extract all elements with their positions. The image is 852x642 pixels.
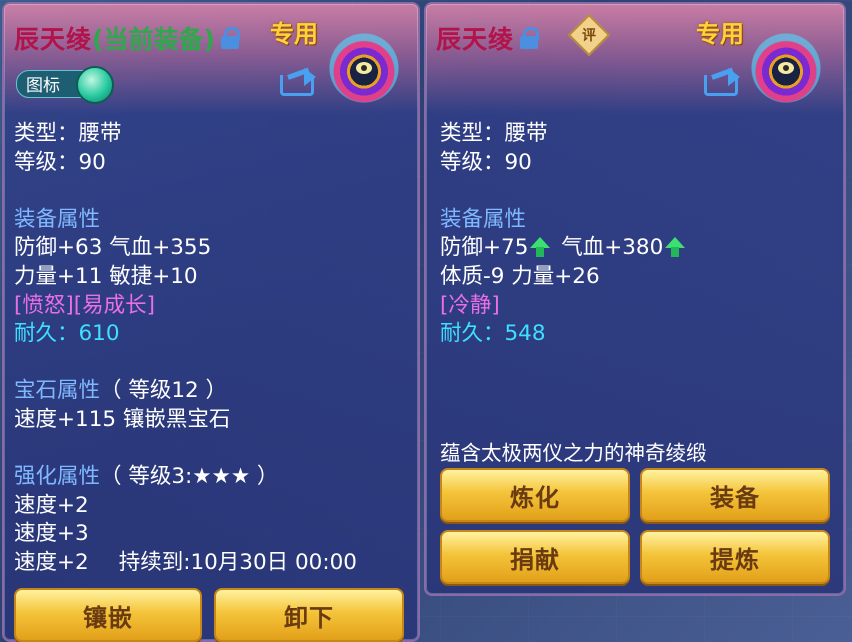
special-attrs: [愤怒][易成长] [14, 292, 156, 318]
item-level: 等级：90 [440, 149, 532, 175]
equipped-tag: (当前装备) [92, 25, 215, 54]
toggle-label: 图标 [26, 76, 60, 96]
enhance-level: （ 等级3:★★★ ） [100, 464, 279, 490]
special-attrs: [冷静] [440, 292, 500, 318]
attr-hp: 气血+380 [561, 235, 664, 261]
compare-item-tooltip: 辰天绫 评 专用 类型：腰带 等级：90 装备属性 防御+75 气血+380 体… [424, 2, 846, 596]
unequip-button[interactable]: 卸下 [214, 588, 404, 642]
share-icon[interactable] [280, 66, 316, 96]
special-tag: 专用 [270, 20, 318, 48]
attr-line: 体质-9 力量+26 [440, 263, 600, 289]
attr-line: 力量+11 敏捷+10 [14, 263, 198, 289]
item-type: 类型：腰带 [440, 121, 548, 146]
equipped-item-tooltip: 辰天绫 (当前装备) 专用 图标 类型：腰带 等级：90 装备属性 防御+63 … [2, 2, 420, 642]
rate-badge[interactable]: 评 [567, 13, 611, 57]
refine-button[interactable]: 炼化 [440, 468, 630, 522]
up-arrow-icon [530, 237, 551, 258]
attr-header: 装备属性 [440, 206, 527, 232]
item-details: 类型：腰带 等级：90 装备属性 防御+75 气血+380 体质-9 力量+26… [440, 120, 686, 349]
item-name: 辰天绫 [14, 25, 93, 54]
title-row: 辰天绫 (当前装备) [14, 20, 240, 56]
item-name: 辰天绫 [436, 25, 515, 54]
donate-button[interactable]: 捐献 [440, 530, 630, 584]
expire-time: 持续到:10月30日 00:00 [118, 549, 357, 575]
item-level: 等级：90 [14, 149, 106, 175]
attr-header: 装备属性 [14, 206, 101, 232]
durability: 耐久：548 [440, 321, 546, 347]
special-tag: 专用 [696, 20, 744, 48]
inlay-button[interactable]: 镶嵌 [14, 588, 202, 642]
belt-item-icon [750, 32, 822, 104]
item-description: 蕴含太极两仪之力的神奇绫缎 [440, 441, 707, 465]
belt-item-icon [328, 32, 400, 104]
lock-icon [220, 27, 240, 49]
item-details: 类型：腰带 等级：90 装备属性 防御+63 气血+355 力量+11 敏捷+1… [14, 120, 357, 578]
durability: 耐久：610 [14, 321, 120, 347]
enhance-line: 速度+2 [14, 549, 89, 575]
item-type: 类型：腰带 [14, 121, 122, 146]
title-row: 辰天绫 [436, 20, 540, 56]
toggle-knob [76, 66, 114, 104]
lock-icon [520, 27, 540, 49]
equip-button[interactable]: 装备 [640, 468, 830, 522]
share-icon[interactable] [704, 66, 740, 96]
enhance-header: 强化属性 [14, 464, 101, 490]
up-arrow-icon [665, 237, 686, 258]
gem-header: 宝石属性 [14, 378, 101, 404]
attr-defense: 防御+75 [440, 235, 529, 261]
gem-line: 速度+115 镶嵌黑宝石 [14, 406, 231, 432]
enhance-line: 速度+2 [14, 492, 89, 518]
enhance-line: 速度+3 [14, 521, 89, 547]
icon-toggle[interactable]: 图标 [16, 66, 114, 104]
gem-level: （ 等级12 ） [100, 378, 228, 404]
extract-button[interactable]: 提炼 [640, 530, 830, 584]
attr-line: 防御+63 气血+355 [14, 235, 212, 261]
